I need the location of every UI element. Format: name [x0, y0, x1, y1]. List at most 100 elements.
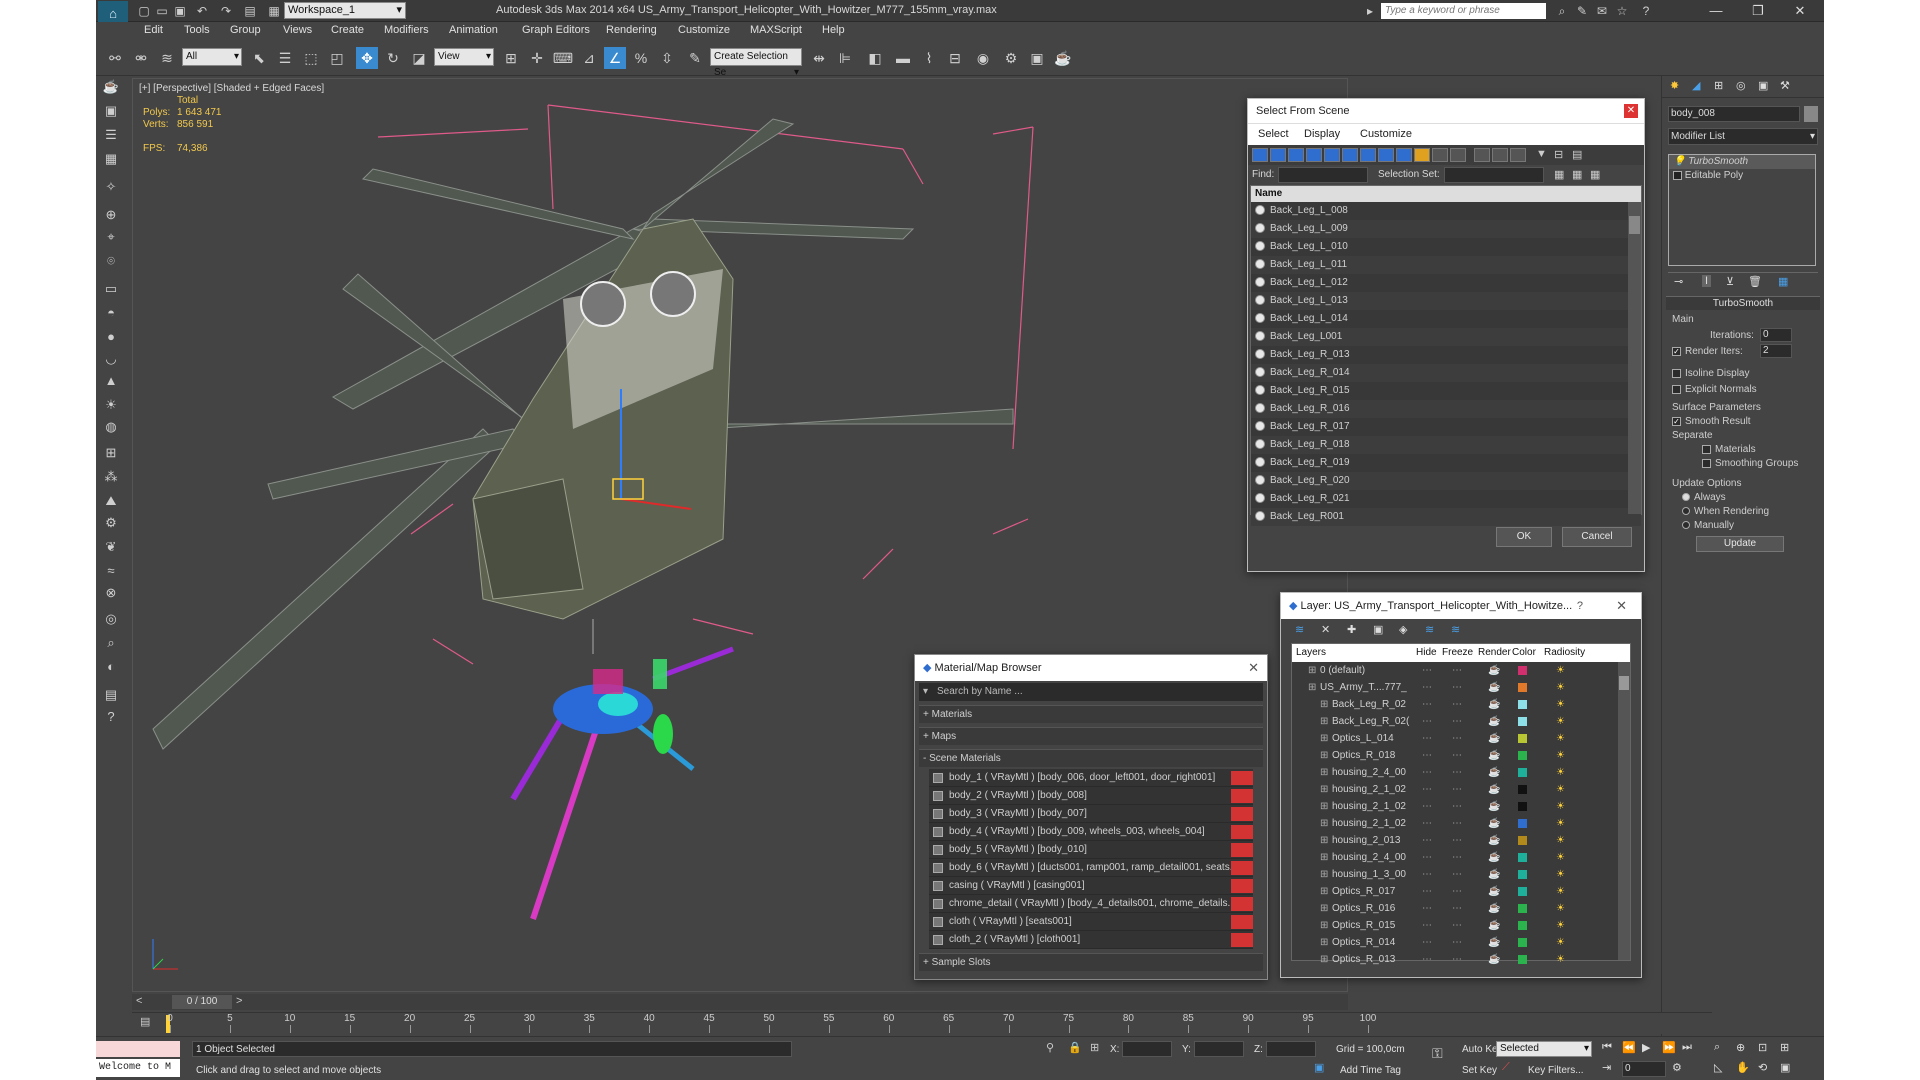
- configure-sets-icon[interactable]: ▦: [1778, 275, 1788, 288]
- layer-toggle-icon[interactable]: ⋯: [1422, 883, 1432, 900]
- isolate-icon[interactable]: ⚲: [1046, 1041, 1054, 1054]
- redo-icon[interactable]: ↷: [218, 3, 234, 19]
- layer-toggle-icon[interactable]: ☕: [1488, 764, 1500, 781]
- iterations-spinner[interactable]: 0: [1760, 328, 1792, 342]
- always-radio[interactable]: Always: [1682, 492, 1726, 503]
- section-scene-materials[interactable]: - Scene Materials: [919, 749, 1263, 767]
- radiosity-icon[interactable]: ☀: [1556, 883, 1565, 900]
- radiosity-icon[interactable]: ☀: [1556, 764, 1565, 781]
- select-by-name-icon[interactable]: ☰: [274, 47, 296, 69]
- filter-bones-icon[interactable]: [1396, 148, 1412, 162]
- explicit-normals-checkbox[interactable]: Explicit Normals: [1672, 384, 1757, 395]
- select-invert-icon[interactable]: [1510, 148, 1526, 162]
- layer-toggle-icon[interactable]: ☕: [1488, 917, 1500, 934]
- highlight-layer-icon[interactable]: ◈: [1399, 623, 1407, 636]
- radiosity-icon[interactable]: ☀: [1556, 798, 1565, 815]
- add-time-tag-button[interactable]: Add Time Tag: [1340, 1065, 1401, 1076]
- goto-end-icon[interactable]: ⏭: [1682, 1041, 1692, 1054]
- render-setup-icon[interactable]: ⚙: [1000, 47, 1022, 69]
- maximize-icon[interactable]: ❐: [1738, 0, 1778, 22]
- layer-toggle-icon[interactable]: ☕: [1488, 900, 1500, 917]
- object-row[interactable]: Back_Leg_L_009: [1251, 220, 1641, 238]
- gear-icon[interactable]: ⚙: [100, 512, 122, 534]
- keyboard-shortcut-icon[interactable]: ⌨: [552, 47, 574, 69]
- object-row[interactable]: Back_Leg_R_021: [1251, 490, 1641, 508]
- select-link-icon[interactable]: ⚯: [104, 47, 126, 69]
- sun-icon[interactable]: ☀: [100, 394, 122, 416]
- help-icon[interactable]: ?: [1638, 3, 1654, 19]
- layer-toggle-icon[interactable]: ☕: [1488, 696, 1500, 713]
- scrollbar-thumb[interactable]: [1629, 216, 1640, 234]
- section-materials[interactable]: + Materials: [919, 705, 1263, 723]
- radiosity-icon[interactable]: ☀: [1556, 781, 1565, 798]
- layer-color-swatch[interactable]: [1518, 700, 1527, 709]
- open-file-icon[interactable]: ▭: [154, 3, 170, 19]
- maximize-viewport-icon[interactable]: ▣: [1780, 1061, 1790, 1074]
- hide-all-icon[interactable]: ≋: [1425, 623, 1434, 636]
- menu-display[interactable]: Display: [1304, 128, 1340, 140]
- add-to-set-icon[interactable]: ▦: [1590, 168, 1600, 181]
- bulb-icon[interactable]: 💡: [1673, 156, 1685, 167]
- layer-color-swatch[interactable]: [1518, 938, 1527, 947]
- layer-color-swatch[interactable]: [1518, 802, 1527, 811]
- render-iters-checkbox[interactable]: ✓ Render Iters:: [1672, 346, 1743, 357]
- object-row[interactable]: Back_Leg_L001: [1251, 328, 1641, 346]
- columns-icon[interactable]: ▤: [1572, 148, 1582, 161]
- radiosity-icon[interactable]: ☀: [1556, 747, 1565, 764]
- key-mode-toggle-icon[interactable]: ⇥: [1602, 1061, 1611, 1074]
- key-mode-dropdown[interactable]: Selected ▾: [1496, 1041, 1592, 1057]
- layer-color-swatch[interactable]: [1518, 734, 1527, 743]
- angle-snap-icon[interactable]: ∠: [604, 47, 626, 69]
- filter-cameras-icon[interactable]: [1306, 148, 1322, 162]
- world-icon[interactable]: ◐: [100, 656, 122, 678]
- object-row[interactable]: Back_Leg_R_020: [1251, 472, 1641, 490]
- radiosity-icon[interactable]: ☀: [1556, 866, 1565, 883]
- layer-toggle-icon[interactable]: ☕: [1488, 849, 1500, 866]
- layer-toggle-icon[interactable]: ☕: [1488, 934, 1500, 951]
- filter-spacewarps-icon[interactable]: [1342, 148, 1358, 162]
- ok-button[interactable]: OK: [1496, 527, 1552, 547]
- object-row[interactable]: Back_Leg_L_011: [1251, 256, 1641, 274]
- smooth-result-checkbox[interactable]: ✓ Smooth Result: [1672, 416, 1751, 427]
- hair-icon[interactable]: ≈: [100, 560, 122, 582]
- radio-selected-icon[interactable]: [1682, 493, 1690, 502]
- materials-checkbox[interactable]: Materials: [1702, 444, 1756, 455]
- rollout-title[interactable]: TurboSmooth: [1666, 296, 1820, 310]
- checkbox-icon[interactable]: [1672, 368, 1681, 378]
- time-slider[interactable]: < 0 / 100 >: [132, 994, 1348, 1010]
- layer-toggle-icon[interactable]: ⋯: [1452, 934, 1462, 951]
- render-iters-spinner[interactable]: 2: [1760, 344, 1792, 358]
- play-icon[interactable]: ▶: [1642, 1041, 1650, 1054]
- disc-icon[interactable]: ◍: [100, 416, 122, 438]
- layer-toggle-icon[interactable]: ⋯: [1452, 951, 1462, 968]
- layer-toggle-icon[interactable]: ⋯: [1452, 781, 1462, 798]
- menu-customize[interactable]: Customize: [1360, 128, 1412, 140]
- layer-toggle-icon[interactable]: ☕: [1488, 798, 1500, 815]
- reference-coordinate-dropdown[interactable]: View ▾: [434, 48, 494, 66]
- communication-icon[interactable]: ✉: [1594, 3, 1610, 19]
- layer-toggle-icon[interactable]: ⋯: [1422, 764, 1432, 781]
- radiosity-icon[interactable]: ☀: [1556, 951, 1565, 968]
- material-row[interactable]: cloth ( VRayMtl ) [seats001]: [929, 913, 1253, 931]
- box-icon[interactable]: ▭: [100, 278, 122, 300]
- object-row[interactable]: Back_Leg_R_016: [1251, 400, 1641, 418]
- layer-row[interactable]: ⊞ Optics_R_014 ⋯ ⋯ ☕ ☀: [1292, 934, 1630, 951]
- spinner-snap-icon[interactable]: ⇳: [656, 47, 678, 69]
- selection-set-dropdown[interactable]: [1444, 167, 1544, 183]
- favorites-icon[interactable]: ☆: [1614, 3, 1630, 19]
- layer-toggle-icon[interactable]: ⋯: [1422, 713, 1432, 730]
- layer-row[interactable]: ⊞ Optics_L_014 ⋯ ⋯ ☕ ☀: [1292, 730, 1630, 747]
- expand-icon[interactable]: [1673, 170, 1682, 180]
- radiosity-icon[interactable]: ☀: [1556, 832, 1565, 849]
- set-key-icon[interactable]: ⟋: [1502, 1061, 1510, 1074]
- col-color[interactable]: Color: [1512, 647, 1536, 658]
- material-row[interactable]: cloth_2 ( VRayMtl ) [cloth001]: [929, 931, 1253, 949]
- layer-toggle-icon[interactable]: ⋯: [1452, 849, 1462, 866]
- maxscript-listener-top[interactable]: [96, 1041, 180, 1057]
- select-and-rotate-icon[interactable]: ↻: [382, 47, 404, 69]
- material-row[interactable]: body_5 ( VRayMtl ) [body_010]: [929, 841, 1253, 859]
- cancel-button[interactable]: Cancel: [1562, 527, 1632, 547]
- layer-row[interactable]: ⊞ housing_1_3_00 ⋯ ⋯ ☕ ☀: [1292, 866, 1630, 883]
- update-button[interactable]: Update: [1696, 536, 1784, 552]
- create-set-icon[interactable]: ▦: [1554, 168, 1564, 181]
